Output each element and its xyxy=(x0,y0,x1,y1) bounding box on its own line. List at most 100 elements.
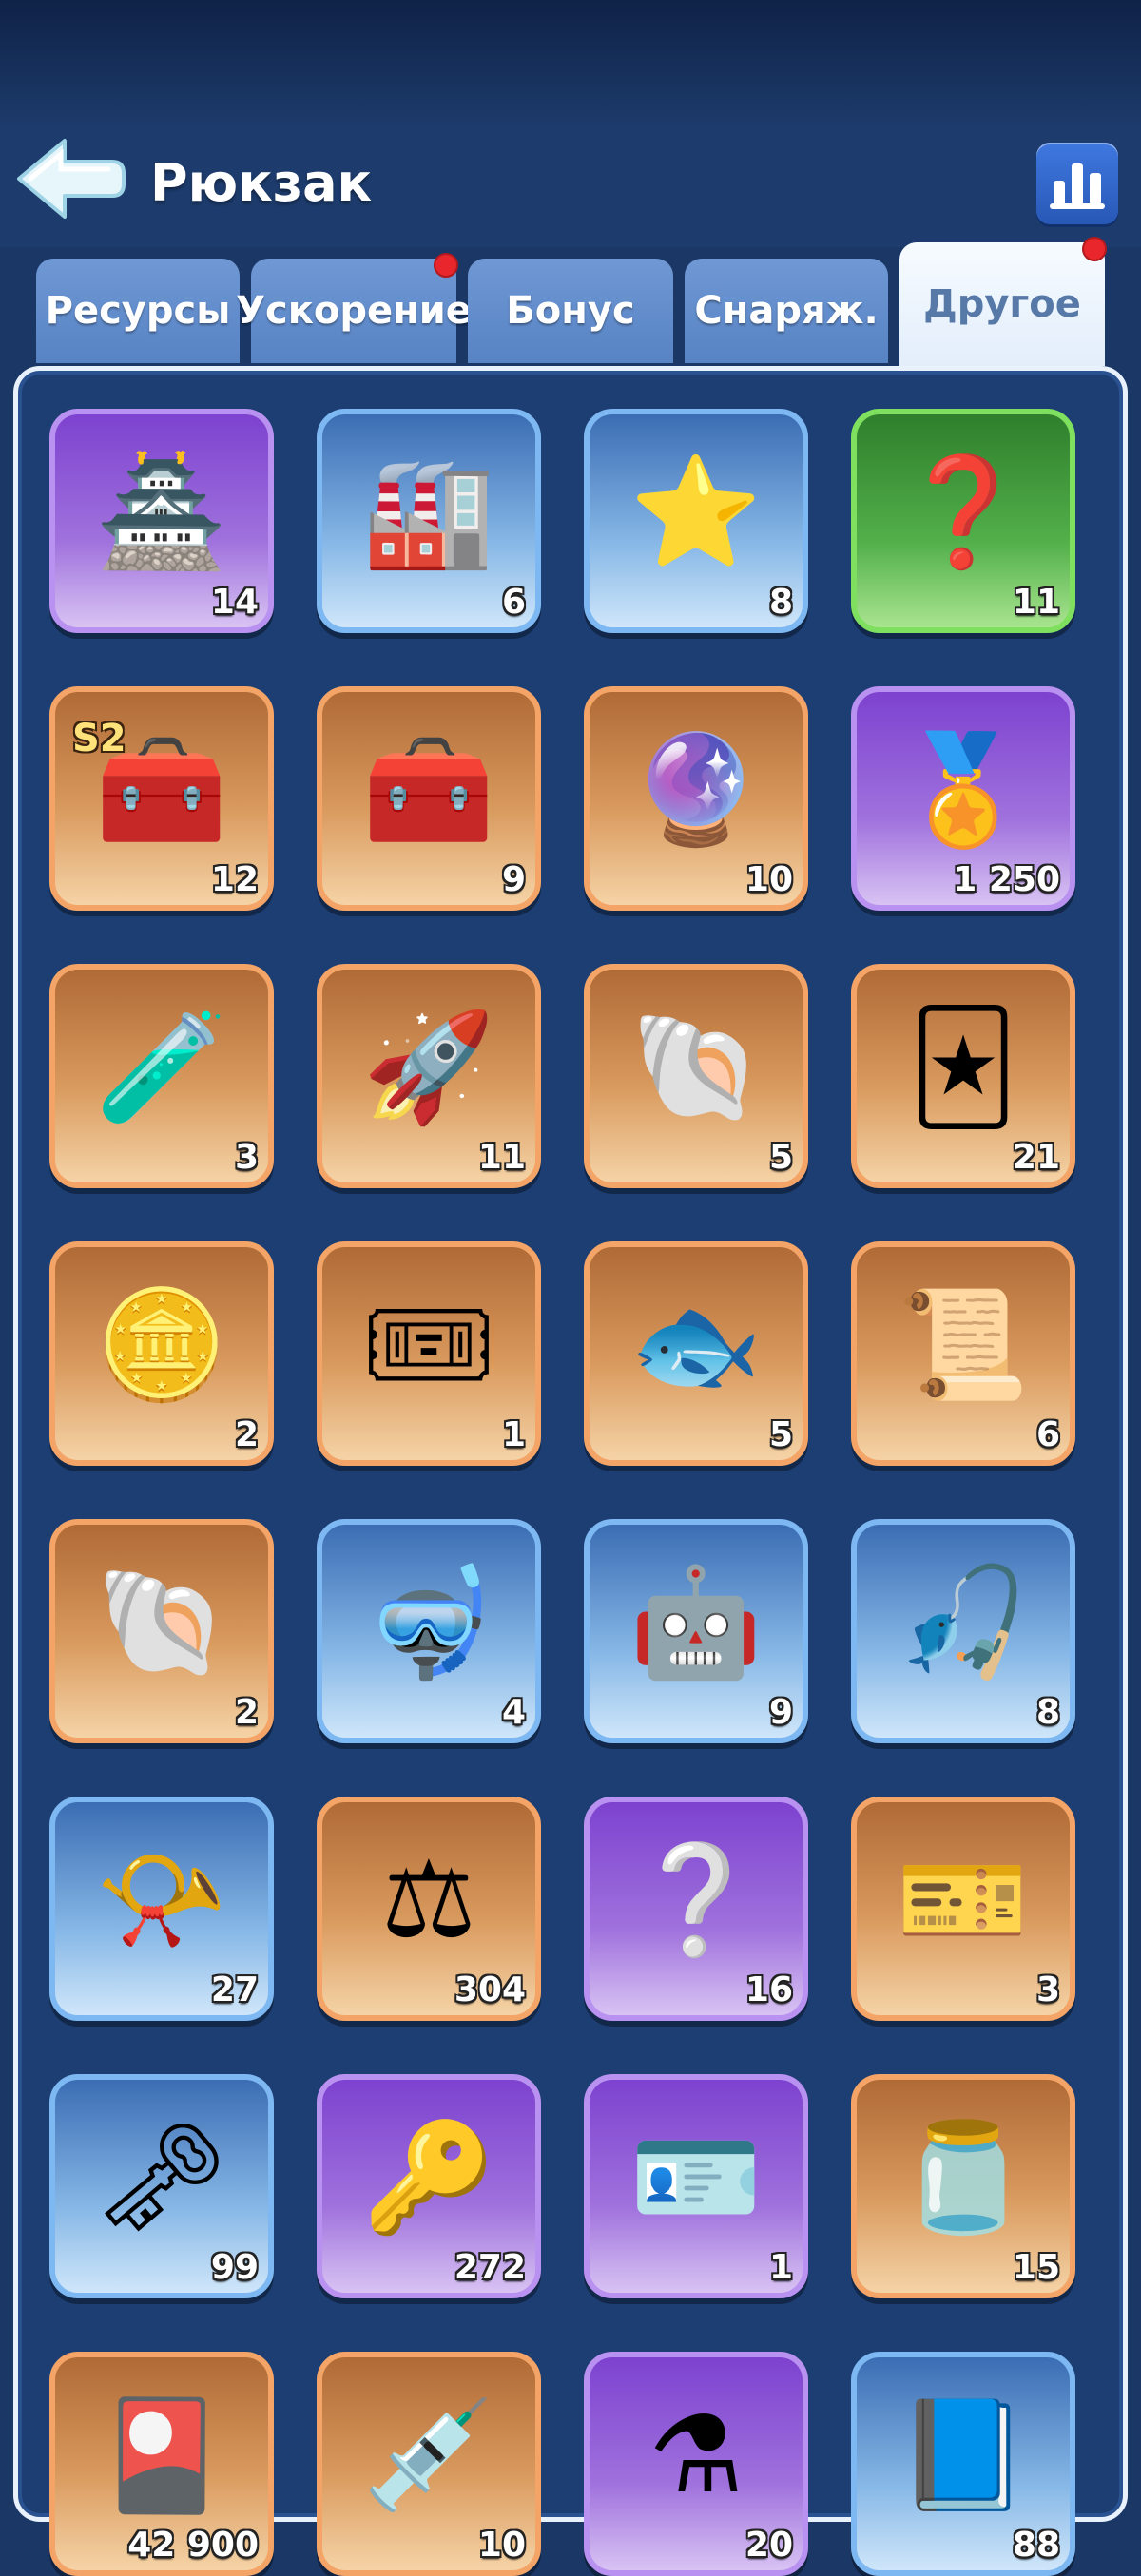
item-count: 27 xyxy=(210,1970,259,2009)
purple-card-icon: 🃏 xyxy=(908,1006,1018,1129)
status-bar-area xyxy=(0,0,1141,124)
inventory-grid: 🏯 14 🏭 6 ⭐ 8 ❓ 11 🧰 S2 12 🧰 9 🔮 10 🏅 1 250 🧪 3 🚀 11 🐚 5 🃏 21 🪙 2 🎟 1… xyxy=(49,409,1095,2576)
inventory-item[interactable]: 🎴 42 900 xyxy=(49,2352,274,2576)
gold-key-icon: 🔑 xyxy=(362,2116,495,2240)
inventory-item[interactable]: 🏯 14 xyxy=(49,409,274,633)
item-count: 304 xyxy=(454,1970,526,2009)
item-count: 3 xyxy=(234,1138,259,1177)
inventory-item[interactable]: 🃏 21 xyxy=(851,964,1075,1188)
exchange-ticket-icon: 🎟 xyxy=(360,1283,497,1407)
tab-label: Ускорение xyxy=(236,289,472,333)
inventory-item[interactable]: 🐚 2 xyxy=(49,1519,274,1743)
item-count: 14 xyxy=(210,583,259,622)
item-count: 10 xyxy=(745,860,793,899)
forge-building-icon: 🏭 xyxy=(362,451,495,574)
inventory-item[interactable]: 🗝 99 xyxy=(49,2074,274,2298)
tab-speedup[interactable]: Ускорение xyxy=(236,253,472,363)
inventory-item[interactable]: 🔑 272 xyxy=(317,2074,541,2298)
tab-label: Снаряж. xyxy=(694,289,879,333)
inventory-item[interactable]: 🐟 5 xyxy=(584,1241,808,1466)
tab-bonus[interactable]: Бонус xyxy=(468,259,673,363)
inventory-item[interactable]: ⚖ 304 xyxy=(317,1797,541,2021)
silver-key-icon: 🗝 xyxy=(93,2116,230,2240)
item-count: 10 xyxy=(477,2526,526,2565)
robot-drone-icon: 🤖 xyxy=(629,1561,763,1684)
random-building-icon: ❓ xyxy=(897,451,1030,574)
inventory-item[interactable]: 🪙 2 xyxy=(49,1241,274,1466)
gold-ticket-icon: 🎫 xyxy=(897,1838,1030,1962)
tab-equipment[interactable]: Снаряж. xyxy=(685,259,888,363)
item-count: 20 xyxy=(745,2526,793,2565)
inventory-item[interactable]: 🫙 15 xyxy=(851,2074,1075,2298)
syringe-icon: 💉 xyxy=(362,2393,495,2517)
item-count: 8 xyxy=(1035,1693,1060,1732)
purple-rune-stone-icon: 🔮 xyxy=(629,728,763,852)
shell-token-icon: 🐚 xyxy=(629,1006,763,1129)
inventory-item[interactable]: 🤿 4 xyxy=(317,1519,541,1743)
inventory-item[interactable]: 📘 88 xyxy=(851,2352,1075,2576)
inventory-item[interactable]: 🚀 11 xyxy=(317,964,541,1188)
season-badge: S2 xyxy=(72,717,126,760)
item-count: 9 xyxy=(501,860,526,899)
item-count: 2 xyxy=(234,1693,259,1732)
inventory-item[interactable]: 🧰 9 xyxy=(317,686,541,911)
item-count: 6 xyxy=(501,583,526,622)
page-title: Рюкзак xyxy=(150,153,373,213)
item-count: 4 xyxy=(501,1693,526,1732)
tab-label: Ресурсы xyxy=(45,289,231,333)
inventory-item[interactable]: 🪪 1 xyxy=(584,2074,808,2298)
tab-resources[interactable]: Ресурсы xyxy=(36,259,240,363)
paw-book-icon: 📘 xyxy=(897,2393,1030,2517)
item-count: 1 xyxy=(501,1415,526,1454)
item-count: 5 xyxy=(768,1138,793,1177)
bar-chart-icon xyxy=(1050,163,1105,209)
notification-dot xyxy=(1082,237,1107,261)
inventory-item[interactable]: 🧰 S2 12 xyxy=(49,686,274,911)
horn-icon: 📯 xyxy=(95,1838,228,1962)
inventory-item[interactable]: 🧪 3 xyxy=(49,964,274,1188)
id-tag-icon: 🪪 xyxy=(629,2116,763,2240)
inventory-item[interactable]: 🐚 5 xyxy=(584,964,808,1188)
item-count: 3 xyxy=(1035,1970,1060,2009)
inventory-item[interactable]: 🎣 8 xyxy=(851,1519,1075,1743)
back-arrow-icon xyxy=(17,139,126,219)
item-count: 42 900 xyxy=(127,2526,259,2565)
paw-potion-icon: ⚗ xyxy=(648,2393,745,2517)
notification-dot xyxy=(434,253,458,278)
back-button[interactable] xyxy=(13,133,127,224)
item-count: 1 xyxy=(768,2248,793,2287)
inventory-item[interactable]: 🔮 10 xyxy=(584,686,808,911)
item-count: 272 xyxy=(454,2248,526,2287)
inventory-item[interactable]: 🏅 1 250 xyxy=(851,686,1075,911)
inventory-item[interactable]: ❔ 16 xyxy=(584,1797,808,2021)
inventory-item[interactable]: 📯 27 xyxy=(49,1797,274,2021)
stats-button[interactable] xyxy=(1036,143,1118,224)
fishing-reel-icon: 🎣 xyxy=(897,1561,1030,1684)
mystery-gold-medal-icon: 🏅 xyxy=(897,728,1030,852)
tab-label: Бонус xyxy=(506,289,635,333)
item-count: 16 xyxy=(745,1970,793,2009)
inventory-item[interactable]: 🎟 1 xyxy=(317,1241,541,1466)
fishing-ticket-icon: 🐟 xyxy=(629,1283,763,1407)
item-count: 12 xyxy=(210,860,259,899)
justice-ticket-icon: ⚖ xyxy=(380,1838,477,1962)
seashell-icon: 🐚 xyxy=(95,1561,228,1684)
inventory-item[interactable]: ⚗ 20 xyxy=(584,2352,808,2576)
item-count: 15 xyxy=(1012,2248,1060,2287)
inventory-item[interactable]: 💉 10 xyxy=(317,2352,541,2576)
tab-other[interactable]: Другое xyxy=(899,237,1107,366)
inventory-item[interactable]: 🎫 3 xyxy=(851,1797,1075,2021)
star-banner-icon: ⭐ xyxy=(629,451,763,574)
tower-building-icon: 🏯 xyxy=(95,451,228,574)
inventory-item[interactable]: 🏭 6 xyxy=(317,409,541,633)
inventory-item[interactable]: ⭐ 8 xyxy=(584,409,808,633)
potion-crate-icon: 🧪 xyxy=(95,1006,228,1129)
item-count: 1 250 xyxy=(953,860,1060,899)
inventory-item[interactable]: 🤖 9 xyxy=(584,1519,808,1743)
inventory-item[interactable]: ❓ 11 xyxy=(851,409,1075,633)
pet-card-icon: 🎴 xyxy=(95,2393,228,2517)
jam-jar-icon: 🫙 xyxy=(897,2116,1030,2240)
inventory-item[interactable]: 📜 6 xyxy=(851,1241,1075,1466)
rocket-pack-icon: 🚀 xyxy=(362,1006,495,1129)
mystery-card-icon: ❔ xyxy=(629,1838,763,1962)
